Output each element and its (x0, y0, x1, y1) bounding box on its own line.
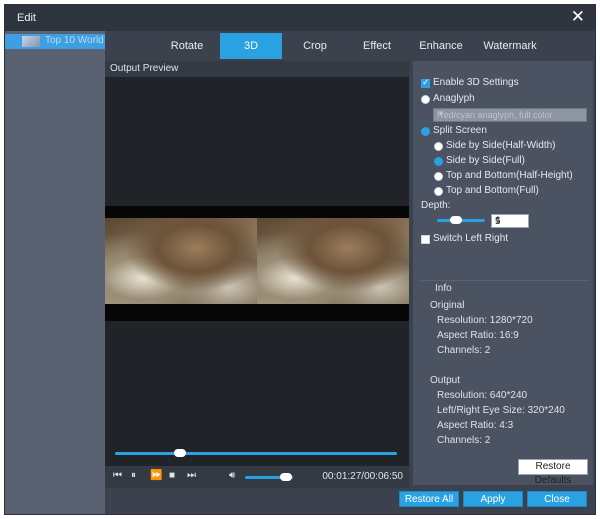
restore-defaults-button[interactable]: Restore Defaults (518, 459, 588, 486)
enable-3d-label: Enable 3D Settings (433, 77, 519, 88)
split-option-label: Side by Side(Full) (446, 155, 525, 166)
tab-effect[interactable]: Effect (346, 33, 408, 59)
right-eye-view (257, 218, 409, 304)
output-preview-panel: Output Preview (105, 61, 409, 487)
edit-dialog: Edit ✕ Top 10 World Rotate 3D Crop Effec… (4, 4, 596, 515)
close-icon[interactable]: ✕ (571, 8, 585, 26)
output-channels: Channels: 2 (437, 435, 491, 446)
volume-handle[interactable] (280, 473, 292, 481)
tab-enhance[interactable]: Enhance (410, 33, 472, 59)
tab-crop[interactable]: Crop (284, 33, 346, 59)
split-option-radio[interactable] (434, 187, 443, 196)
tab-rotate[interactable]: Rotate (156, 33, 218, 59)
depth-handle[interactable] (450, 216, 462, 224)
original-aspect-ratio: Aspect Ratio: 16:9 (437, 330, 519, 341)
fast-forward-icon[interactable]: ⏩ (150, 470, 162, 481)
volume-slider[interactable] (245, 473, 293, 481)
info-heading: Info (435, 283, 452, 294)
playback-controls: ⏮ ⏸ ⏩ ■ ⏭ 🔊︎ 00:01:27/00:06:50 (105, 466, 409, 488)
split-option-radio[interactable] (434, 157, 443, 166)
switch-left-right-checkbox[interactable] (421, 235, 430, 244)
skip-back-icon[interactable]: ⏮ (113, 470, 122, 481)
settings-panel: Enable 3D Settings Anaglyph Red/cyan ana… (413, 61, 593, 486)
switch-left-right-label: Switch Left Right (433, 233, 509, 244)
depth-stepper[interactable]: 5 ▲ ▼ (491, 214, 529, 228)
apply-button[interactable]: Apply (463, 491, 523, 507)
anaglyph-dropdown[interactable]: Red/cyan anaglyph, full color ▼ (433, 108, 587, 122)
file-name: Top 10 World (45, 35, 104, 46)
stepper-arrows-icon[interactable]: ▲ ▼ (495, 215, 526, 226)
tab-3d[interactable]: 3D (220, 33, 282, 59)
volume-icon[interactable]: 🔊︎ (229, 470, 235, 481)
skip-forward-icon[interactable]: ⏭ (187, 470, 196, 481)
pause-icon[interactable]: ⏸ (131, 470, 136, 481)
depth-slider[interactable] (437, 216, 485, 224)
depth-label: Depth: (421, 200, 451, 211)
anaglyph-radio[interactable] (421, 95, 430, 104)
preview-header: Output Preview (105, 61, 409, 77)
restore-all-button[interactable]: Restore All (399, 491, 459, 507)
file-list-item[interactable]: Top 10 World (5, 34, 105, 49)
window-title: Edit (17, 12, 36, 24)
output-aspect-ratio: Aspect Ratio: 4:3 (437, 420, 514, 431)
split-option-label: Top and Bottom(Full) (446, 185, 539, 196)
tab-watermark[interactable]: Watermark (476, 33, 544, 59)
output-heading: Output (430, 375, 461, 386)
split-option-radio[interactable] (434, 172, 443, 181)
video-thumbnail (22, 36, 40, 47)
file-list-sidebar: Top 10 World (5, 31, 105, 514)
preview-label: Output Preview (110, 63, 179, 74)
output-eye-size: Left/Right Eye Size: 320*240 (437, 405, 565, 416)
split-option-label: Side by Side(Half-Width) (446, 140, 556, 151)
enable-3d-checkbox[interactable] (421, 77, 430, 88)
seek-bar[interactable] (115, 449, 397, 457)
split-option-radio[interactable] (434, 142, 443, 151)
original-resolution: Resolution: 1280*720 (437, 315, 533, 326)
original-channels: Channels: 2 (437, 345, 491, 356)
video-preview (105, 206, 409, 321)
divider (421, 280, 589, 281)
stop-icon[interactable]: ■ (169, 470, 175, 481)
original-heading: Original (430, 300, 465, 311)
chevron-down-icon: ▼ (437, 109, 445, 118)
split-screen-label: Split Screen (433, 125, 487, 136)
left-eye-view (105, 218, 257, 304)
output-resolution: Resolution: 640*240 (437, 390, 528, 401)
split-option-label: Top and Bottom(Half-Height) (446, 170, 573, 181)
time-display: 00:01:27/00:06:50 (322, 471, 403, 482)
split-screen-radio[interactable] (421, 127, 430, 136)
title-bar: Edit ✕ (5, 5, 595, 31)
anaglyph-label: Anaglyph (433, 93, 475, 104)
close-button[interactable]: Close (527, 491, 587, 507)
seek-handle[interactable] (174, 449, 186, 457)
